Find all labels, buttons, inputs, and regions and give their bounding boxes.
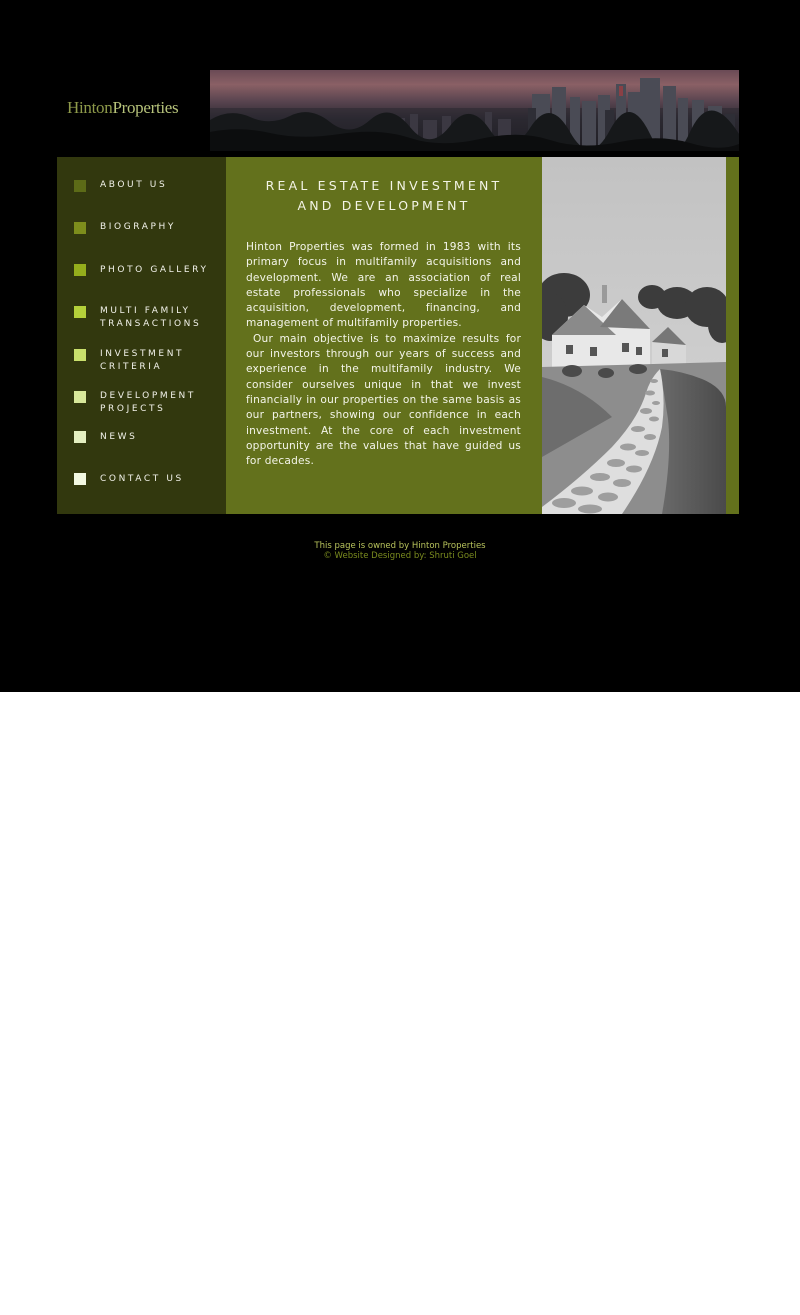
nav-item-news[interactable]: NEWS xyxy=(57,430,226,460)
site-logo[interactable]: HintonProperties xyxy=(67,98,179,118)
content-right-border xyxy=(726,157,739,514)
nav-label: ABOUT US xyxy=(100,180,168,190)
nav-label: CONTACT US xyxy=(100,474,184,484)
content-body: Hinton Properties was formed in 1983 wit… xyxy=(246,240,521,469)
nav-bullet-square xyxy=(74,306,86,318)
nav-item-development-projects[interactable]: DEVELOPMENT PROJECTS xyxy=(57,390,226,420)
body-paragraph: Our main objective is to maximize result… xyxy=(246,332,521,468)
nav-label: MULTI FAMILY TRANSACTIONS xyxy=(100,306,202,329)
nav-bullet-square xyxy=(74,473,86,485)
nav-item-photo-gallery[interactable]: PHOTO GALLERY xyxy=(57,262,226,292)
house-road-photo xyxy=(542,157,726,514)
nav-item-multi-family-transactions[interactable]: MULTI FAMILY TRANSACTIONS xyxy=(57,304,226,334)
nav-bullet-square xyxy=(74,180,86,192)
nav-label: NEWS xyxy=(100,432,138,442)
nav-label: DEVELOPMENT PROJECTS xyxy=(100,391,196,414)
main-navigation: ABOUT US BIOGRAPHY PHOTO GALLERY MULTI F… xyxy=(57,157,226,514)
logo-first-word: Hinton xyxy=(67,98,113,117)
nav-bullet-square xyxy=(74,431,86,443)
nav-label: PHOTO GALLERY xyxy=(100,265,209,275)
nav-item-contact-us[interactable]: CONTACT US xyxy=(57,472,226,502)
nav-item-about-us[interactable]: ABOUT US xyxy=(57,177,226,207)
page-title: REAL ESTATE INVESTMENT AND DEVELOPMENT xyxy=(265,178,503,213)
nav-bullet-square xyxy=(74,391,86,403)
nav-item-investment-criteria[interactable]: INVESTMENT CRITERIA xyxy=(57,347,226,377)
skyline-illustration xyxy=(210,78,739,151)
page-frame: HintonProperties ABOUT US BIOGRAPHY PHOT… xyxy=(0,0,800,692)
content-panel: REAL ESTATE INVESTMENT AND DEVELOPMENT H… xyxy=(226,157,542,514)
nav-bullet-square xyxy=(74,222,86,234)
nav-bullet-square xyxy=(74,349,86,361)
house-road-illustration xyxy=(542,157,726,514)
nav-label: BIOGRAPHY xyxy=(100,222,177,232)
nav-label: INVESTMENT CRITERIA xyxy=(100,349,185,372)
footer: This page is owned by Hinton Properties … xyxy=(0,541,800,561)
nav-item-biography[interactable]: BIOGRAPHY xyxy=(57,219,226,249)
footer-owner-text: This page is owned by Hinton Properties xyxy=(314,541,486,551)
footer-credit-text: © Website Designed by: Shruti Goel xyxy=(323,551,477,561)
body-paragraph: Hinton Properties was formed in 1983 wit… xyxy=(246,241,521,330)
logo-second-word: Properties xyxy=(112,98,179,117)
skyline-banner-image xyxy=(210,70,739,151)
nav-bullet-square xyxy=(74,264,86,276)
